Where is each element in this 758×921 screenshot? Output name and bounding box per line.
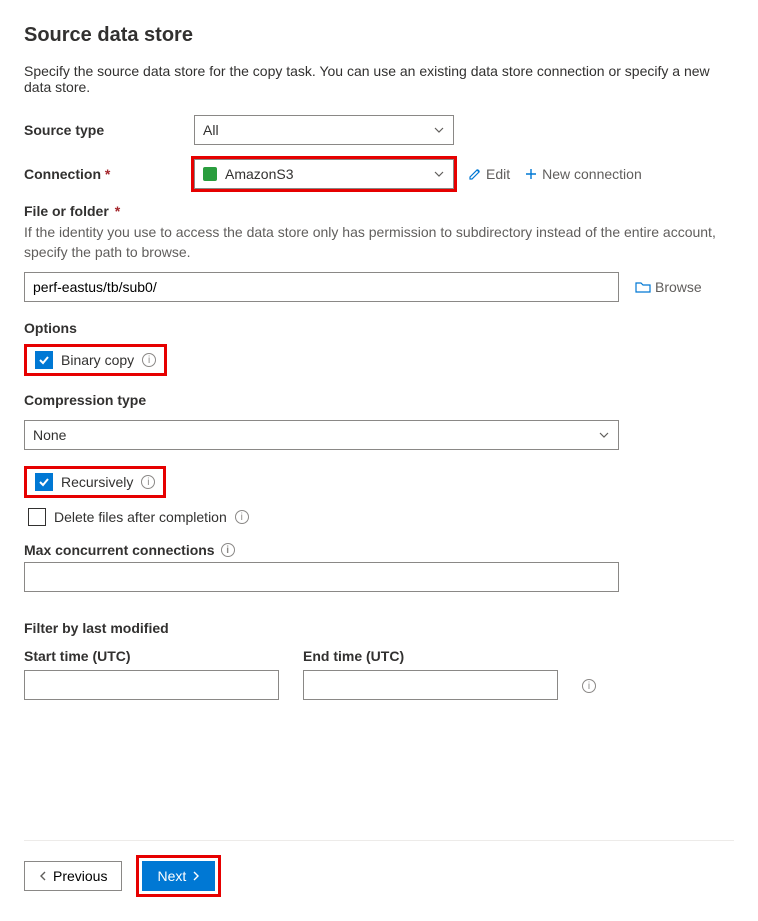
delete-after-checkbox[interactable]: [28, 508, 46, 526]
source-type-value: All: [203, 122, 219, 138]
compression-label: Compression type: [24, 392, 734, 408]
info-icon[interactable]: i: [235, 510, 249, 524]
start-time-input[interactable]: [24, 670, 279, 700]
previous-label: Previous: [53, 868, 107, 884]
page-description: Specify the source data store for the co…: [24, 63, 734, 95]
file-folder-input[interactable]: [24, 272, 619, 302]
plus-icon: [524, 167, 538, 181]
source-type-label: Source type: [24, 122, 194, 138]
connection-label-text: Connection: [24, 166, 101, 182]
new-connection-button[interactable]: New connection: [524, 166, 642, 182]
max-connections-label-text: Max concurrent connections: [24, 542, 215, 558]
check-icon: [38, 476, 50, 488]
new-connection-label: New connection: [542, 166, 642, 182]
file-folder-help: If the identity you use to access the da…: [24, 223, 734, 262]
previous-button[interactable]: Previous: [24, 861, 122, 891]
end-time-input[interactable]: [303, 670, 558, 700]
edit-label: Edit: [486, 166, 510, 182]
required-asterisk: *: [105, 166, 110, 182]
next-label: Next: [157, 868, 186, 884]
compression-value: None: [33, 427, 66, 443]
next-button[interactable]: Next: [142, 861, 215, 891]
browse-label: Browse: [655, 279, 702, 295]
recursively-checkbox[interactable]: [35, 473, 53, 491]
max-connections-input[interactable]: [24, 562, 619, 592]
info-icon[interactable]: i: [582, 679, 596, 693]
connection-label: Connection *: [24, 166, 194, 182]
options-header: Options: [24, 320, 734, 336]
pencil-icon: [468, 167, 482, 181]
info-icon[interactable]: i: [142, 353, 156, 367]
max-connections-label: Max concurrent connections i: [24, 542, 734, 558]
info-icon[interactable]: i: [141, 475, 155, 489]
connection-dropdown[interactable]: AmazonS3: [194, 159, 454, 189]
chevron-down-icon: [433, 124, 445, 136]
connection-value: AmazonS3: [225, 166, 293, 182]
page-title: Source data store: [24, 24, 734, 47]
chevron-left-icon: [39, 871, 49, 881]
end-time-label: End time (UTC): [303, 648, 558, 664]
source-type-dropdown[interactable]: All: [194, 115, 454, 145]
file-folder-label-text: File or folder: [24, 203, 109, 219]
compression-dropdown[interactable]: None: [24, 420, 619, 450]
chevron-right-icon: [190, 871, 200, 881]
filter-header: Filter by last modified: [24, 620, 734, 636]
binary-copy-label: Binary copy: [61, 352, 134, 368]
recursively-label: Recursively: [61, 474, 133, 490]
edit-connection-button[interactable]: Edit: [468, 166, 510, 182]
binary-copy-checkbox[interactable]: [35, 351, 53, 369]
check-icon: [38, 354, 50, 366]
required-asterisk: *: [115, 203, 120, 219]
folder-icon: [635, 280, 651, 294]
info-icon[interactable]: i: [221, 543, 235, 557]
start-time-label: Start time (UTC): [24, 648, 279, 664]
chevron-down-icon: [598, 429, 610, 441]
browse-button[interactable]: Browse: [635, 279, 702, 295]
file-folder-label: File or folder *: [24, 203, 734, 219]
chevron-down-icon: [433, 168, 445, 180]
amazon-s3-icon: [203, 167, 217, 181]
delete-after-label: Delete files after completion: [54, 509, 227, 525]
